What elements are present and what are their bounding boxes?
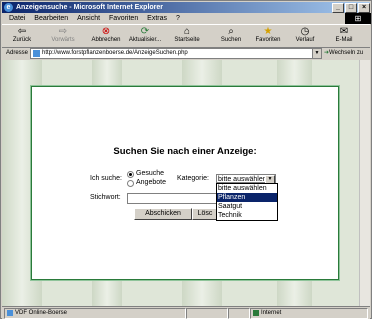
search-form-panel: Suchen Sie nach einer Anzeige: Ich suche… xyxy=(31,86,339,280)
history-button[interactable]: ◷ Verlauf xyxy=(291,26,319,43)
dropdown-option[interactable]: Technik xyxy=(217,211,277,220)
history-icon: ◷ xyxy=(300,26,310,37)
menu-ansicht[interactable]: Ansicht xyxy=(77,15,100,22)
go-button[interactable]: ➜Wechseln zu xyxy=(324,47,363,59)
status-cell-empty xyxy=(186,308,228,319)
address-url: http://www.forstpflanzenboerse.de/Anzeig… xyxy=(42,50,188,56)
favorites-label: Favoriten xyxy=(255,37,281,43)
refresh-label: Aktualisier... xyxy=(128,37,162,43)
status-cell-empty xyxy=(228,308,250,319)
dropdown-option-highlighted[interactable]: Pflanzen xyxy=(217,193,277,202)
search-icon: ⌕ xyxy=(228,26,234,37)
favorites-icon: ★ xyxy=(263,26,273,37)
maximize-button[interactable]: □ xyxy=(345,3,357,13)
status-bar: VDF Online-Boerse Internet xyxy=(2,306,370,319)
search-button[interactable]: ⌕ Suchen xyxy=(216,26,246,43)
toolbar: ⇦ Zurück ⇨ Vorwärts ⊗ Abbrechen ⟳ Aktual… xyxy=(2,24,370,48)
form-heading: Suchen Sie nach einer Anzeige: xyxy=(113,146,257,157)
ichsuche-label: Ich suche: xyxy=(90,175,122,182)
reset-button[interactable]: Lösc xyxy=(192,208,218,220)
minimize-button[interactable]: _ xyxy=(332,3,344,13)
window-title: Anzeigensuche - Microsoft Internet Explo… xyxy=(16,4,164,11)
menu-extras[interactable]: Extras xyxy=(147,15,167,22)
radio-gesuche-label: Gesuche xyxy=(136,170,165,177)
close-button[interactable]: × xyxy=(358,3,370,13)
page-icon xyxy=(33,50,40,57)
radio-angebote-label: Angebote xyxy=(136,179,166,186)
mail-label: E-Mail xyxy=(335,37,353,43)
favorites-button[interactable]: ★ Favoriten xyxy=(252,26,284,43)
mail-icon: ✉ xyxy=(339,26,349,37)
windows-logo-icon: ⊞ xyxy=(345,13,371,24)
zone-text: Internet xyxy=(261,310,282,316)
status-text-cell: VDF Online-Boerse xyxy=(4,308,186,319)
home-button[interactable]: ⌂ Startseite xyxy=(171,26,203,43)
kategorie-select[interactable]: bitte auswählen ▼ xyxy=(216,174,276,184)
home-label: Startseite xyxy=(174,37,200,43)
zone-cell: Internet xyxy=(250,308,368,319)
forward-label: Vorwärts xyxy=(51,37,75,43)
page-content: Suchen Sie nach einer Anzeige: Ich suche… xyxy=(2,60,370,306)
forward-arrow-icon: ⇨ xyxy=(58,26,68,37)
address-bar: Adresse http://www.forstpflanzenboerse.d… xyxy=(2,47,370,59)
address-label: Adresse xyxy=(6,50,29,56)
dropdown-option[interactable]: bitte auswählen xyxy=(217,184,277,193)
back-button[interactable]: ⇦ Zurück xyxy=(8,26,36,43)
stop-icon: ⊗ xyxy=(101,26,111,37)
menu-favoriten[interactable]: Favoriten xyxy=(109,15,138,22)
ie-icon: e xyxy=(4,3,13,12)
go-label: Wechseln zu xyxy=(329,50,364,56)
stop-button[interactable]: ⊗ Abbrechen xyxy=(90,26,122,43)
stop-label: Abbrechen xyxy=(91,37,121,43)
back-label: Zurück xyxy=(12,37,32,43)
refresh-icon: ⟳ xyxy=(140,26,150,37)
submit-button[interactable]: Abschicken xyxy=(134,208,192,220)
status-text: VDF Online-Boerse xyxy=(15,310,68,316)
kategorie-dropdown-list: bitte auswählen Pflanzen Saatgut Technik xyxy=(216,183,278,221)
back-arrow-icon: ⇦ xyxy=(17,26,27,37)
radio-gesuche[interactable] xyxy=(127,171,134,178)
stichwort-input[interactable] xyxy=(127,193,224,204)
search-label: Suchen xyxy=(220,37,242,43)
dropdown-option[interactable]: Saatgut xyxy=(217,202,277,211)
address-input[interactable]: http://www.forstpflanzenboerse.de/Anzeig… xyxy=(30,48,322,59)
browser-window: e Anzeigensuche - Microsoft Internet Exp… xyxy=(0,0,372,319)
refresh-button[interactable]: ⟳ Aktualisier... xyxy=(126,26,164,43)
forward-button[interactable]: ⇨ Vorwärts xyxy=(48,26,78,43)
vertical-scrollbar[interactable] xyxy=(359,60,370,306)
radio-angebote[interactable] xyxy=(127,180,134,187)
globe-icon xyxy=(253,310,259,316)
menu-datei[interactable]: Datei xyxy=(9,15,25,22)
kategorie-selected-value: bitte auswählen xyxy=(218,176,267,183)
page-done-icon xyxy=(7,310,13,316)
title-bar: e Anzeigensuche - Microsoft Internet Exp… xyxy=(2,2,370,13)
menu-bar: Datei Bearbeiten Ansicht Favoriten Extra… xyxy=(2,13,345,24)
menu-bearbeiten[interactable]: Bearbeiten xyxy=(34,15,68,22)
menu-help[interactable]: ? xyxy=(176,15,180,22)
history-label: Verlauf xyxy=(295,37,315,43)
stichwort-label: Stichwort: xyxy=(90,194,121,201)
home-icon: ⌂ xyxy=(183,26,191,37)
mail-button[interactable]: ✉ E-Mail xyxy=(330,26,358,43)
kategorie-label: Kategorie: xyxy=(177,175,209,182)
address-dropdown-icon[interactable]: ▼ xyxy=(312,49,321,58)
